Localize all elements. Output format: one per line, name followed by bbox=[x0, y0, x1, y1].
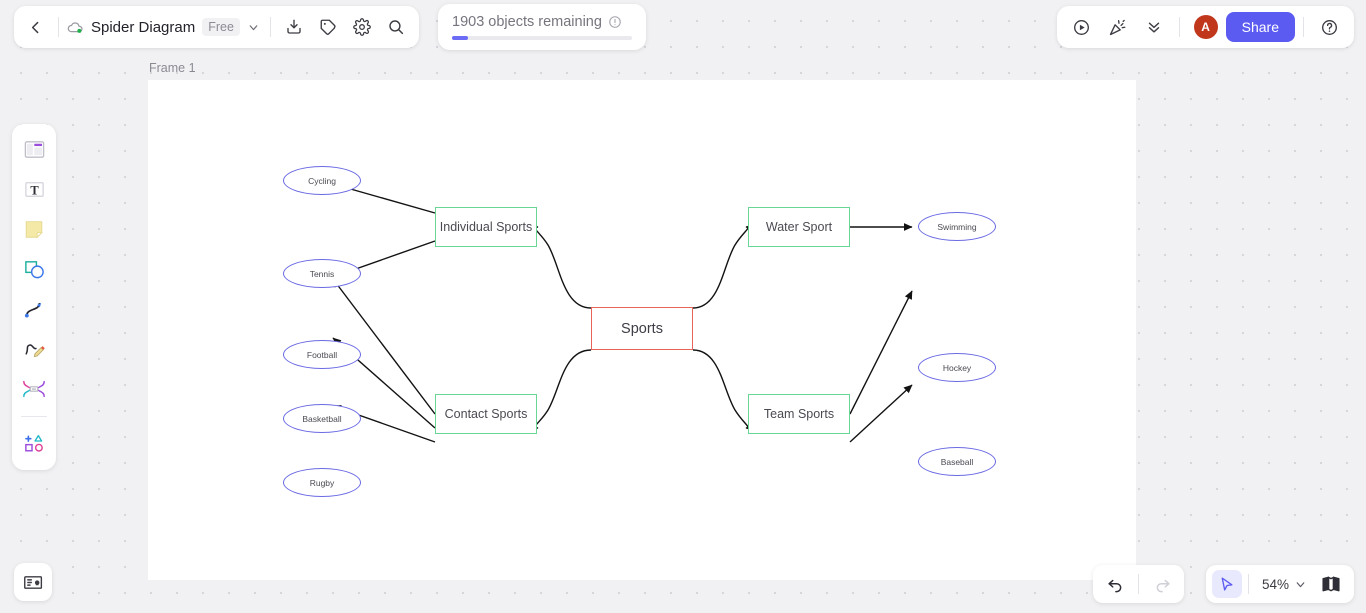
curved-connector-icon bbox=[24, 302, 41, 318]
tool-text[interactable]: T bbox=[17, 172, 51, 206]
chevron-left-icon bbox=[31, 21, 38, 33]
objects-progress-fill bbox=[452, 36, 469, 40]
celebrate-button[interactable] bbox=[1101, 10, 1135, 44]
objects-remaining-toast: 1903 objects remaining bbox=[438, 4, 646, 50]
diagram-node-tennis[interactable]: Tennis bbox=[283, 259, 361, 288]
tag-icon bbox=[320, 19, 336, 35]
help-button[interactable] bbox=[1312, 10, 1346, 44]
objects-progress-bar bbox=[452, 36, 632, 40]
square-circle-shapes-icon bbox=[24, 260, 44, 278]
divider bbox=[1247, 574, 1249, 594]
template-layout-icon bbox=[24, 140, 44, 158]
text-t-icon: T bbox=[24, 181, 44, 197]
diagram-node-team-sports[interactable]: Team Sports bbox=[748, 394, 850, 434]
undo-arrow-icon bbox=[1107, 579, 1121, 592]
svg-text:T: T bbox=[30, 183, 39, 197]
tool-sticky-note[interactable] bbox=[17, 212, 51, 246]
diagram-node-baseball[interactable]: Baseball bbox=[918, 447, 996, 476]
document-title-menu[interactable]: Spider Diagram Free bbox=[65, 18, 264, 36]
gear-icon bbox=[353, 18, 371, 36]
info-circle-icon[interactable] bbox=[608, 15, 622, 29]
divider bbox=[1303, 17, 1304, 37]
diagram-node-water-sport[interactable]: Water Sport bbox=[748, 207, 850, 247]
view-toolbar: 54% bbox=[1205, 565, 1354, 603]
diagram-node-contact-sports[interactable]: Contact Sports bbox=[435, 394, 537, 434]
divider bbox=[21, 416, 47, 417]
minimap-button[interactable] bbox=[1314, 567, 1348, 601]
frame-label[interactable]: Frame 1 bbox=[149, 61, 196, 75]
confetti-icon bbox=[1110, 19, 1126, 35]
back-button[interactable] bbox=[18, 10, 52, 44]
objects-remaining-row: 1903 objects remaining bbox=[452, 14, 632, 30]
double-chevron-down-icon bbox=[1148, 22, 1159, 33]
diagram-node-basketball[interactable]: Basketball bbox=[283, 404, 361, 433]
present-button[interactable] bbox=[1065, 10, 1099, 44]
tips-button[interactable] bbox=[14, 563, 52, 601]
diagram-frame[interactable]: Sports Individual Sports Water Sport Con… bbox=[148, 80, 1136, 580]
import-button[interactable] bbox=[277, 10, 311, 44]
diagram-node-football[interactable]: Football bbox=[283, 340, 361, 369]
tool-templates[interactable] bbox=[17, 132, 51, 166]
history-toolbar bbox=[1093, 565, 1184, 603]
tag-button[interactable] bbox=[311, 10, 345, 44]
tool-frame[interactable] bbox=[17, 372, 51, 406]
divider bbox=[269, 17, 271, 37]
search-icon bbox=[389, 20, 404, 35]
zoom-control[interactable]: 54% bbox=[1255, 577, 1314, 592]
divider bbox=[1138, 574, 1139, 594]
undo-button[interactable] bbox=[1098, 567, 1132, 601]
divider bbox=[1178, 17, 1180, 37]
left-tool-rail: T bbox=[12, 124, 56, 470]
minimap-book-icon bbox=[1322, 576, 1340, 592]
tool-pen[interactable] bbox=[17, 332, 51, 366]
cursor-pointer-icon bbox=[1222, 576, 1233, 591]
chevron-down-icon bbox=[1296, 581, 1305, 587]
download-import-icon bbox=[287, 19, 301, 34]
cursor-select-tool[interactable] bbox=[1211, 570, 1242, 598]
share-button[interactable]: Share bbox=[1225, 12, 1295, 42]
divider bbox=[58, 17, 59, 37]
redo-button[interactable] bbox=[1145, 567, 1179, 601]
collapse-button[interactable] bbox=[1137, 10, 1171, 44]
play-circle-icon bbox=[1074, 19, 1090, 35]
search-button[interactable] bbox=[379, 10, 413, 44]
plus-shapes-icon bbox=[24, 434, 43, 452]
diagram-node-individual-sports[interactable]: Individual Sports bbox=[435, 207, 537, 247]
plan-badge: Free bbox=[202, 18, 240, 36]
top-left-toolbar: Spider Diagram Free bbox=[14, 6, 419, 48]
objects-remaining-label: 1903 objects remaining bbox=[452, 14, 602, 30]
diagram-node-cycling[interactable]: Cycling bbox=[283, 166, 361, 195]
document-title: Spider Diagram bbox=[91, 18, 196, 36]
diagram-node-sports[interactable]: Sports bbox=[591, 307, 693, 350]
zoom-level-label: 54% bbox=[1261, 576, 1289, 592]
tool-more-shapes[interactable] bbox=[17, 426, 51, 460]
diagram-node-swimming[interactable]: Swimming bbox=[918, 212, 996, 241]
cloud-saved-icon bbox=[67, 20, 84, 34]
chevron-down-icon bbox=[249, 24, 258, 30]
tips-card-icon bbox=[23, 575, 42, 589]
avatar[interactable]: A bbox=[1193, 15, 1218, 39]
question-circle-icon bbox=[1321, 19, 1337, 35]
tool-connector[interactable] bbox=[17, 292, 51, 326]
settings-button[interactable] bbox=[345, 10, 379, 44]
diagram-node-rugby[interactable]: Rugby bbox=[283, 468, 361, 497]
redo-arrow-icon bbox=[1156, 579, 1170, 592]
pen-draw-icon bbox=[24, 343, 45, 357]
sticky-note-icon bbox=[25, 221, 43, 239]
tool-shapes[interactable] bbox=[17, 252, 51, 286]
diagram-node-hockey[interactable]: Hockey bbox=[918, 353, 996, 382]
top-right-toolbar: A Share bbox=[1056, 6, 1354, 48]
frame-mindmap-icon bbox=[23, 380, 45, 398]
